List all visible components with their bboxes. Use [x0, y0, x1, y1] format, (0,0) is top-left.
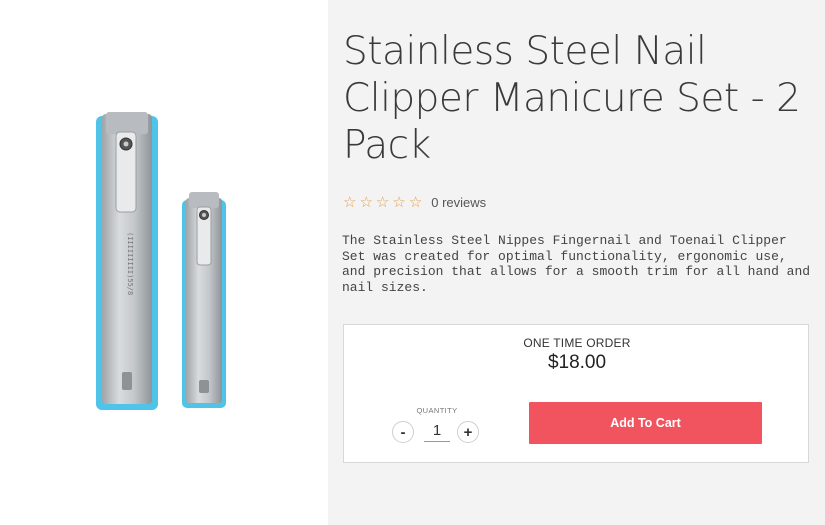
- star-outline-icon: ☆: [375, 192, 390, 211]
- star-outline-icon: ☆: [408, 192, 423, 211]
- star-outline-icon: ☆: [392, 192, 406, 211]
- reviews-count-link[interactable]: 0 reviews: [431, 195, 486, 210]
- product-description: The Stainless Steel Nippes Fingernail an…: [342, 233, 811, 295]
- order-type-label: ONE TIME ORDER: [523, 336, 631, 350]
- large-clipper: (IIIIIIIII)55/8: [96, 112, 158, 410]
- product-image-panel: (IIIIIIIII)55/8: [0, 0, 328, 525]
- product-price: $18.00: [547, 352, 607, 373]
- product-title: Stainless Steel Nail Clipper Manicure Se…: [343, 29, 801, 168]
- svg-text:(IIIIIIIII)55/8: (IIIIIIIII)55/8: [126, 232, 134, 295]
- quantity-increase-button[interactable]: +: [457, 421, 479, 443]
- add-to-cart-button[interactable]: Add To Cart: [529, 402, 762, 444]
- star-outline-icon: ☆: [343, 192, 357, 211]
- quantity-input[interactable]: 1: [424, 421, 450, 442]
- product-image: (IIIIIIIII)55/8: [96, 112, 226, 410]
- star-rating[interactable]: ☆ ☆ ☆ ☆ ☆: [343, 192, 425, 211]
- product-rating[interactable]: ☆ ☆ ☆ ☆ ☆ 0 reviews: [343, 193, 486, 211]
- quantity-decrease-button[interactable]: -: [392, 421, 414, 443]
- purchase-box: ONE TIME ORDER $18.00 QUANTITY - 1 + Add…: [343, 324, 809, 463]
- quantity-label: QUANTITY: [416, 406, 458, 415]
- star-outline-icon: ☆: [359, 192, 373, 211]
- small-clipper: [182, 192, 226, 408]
